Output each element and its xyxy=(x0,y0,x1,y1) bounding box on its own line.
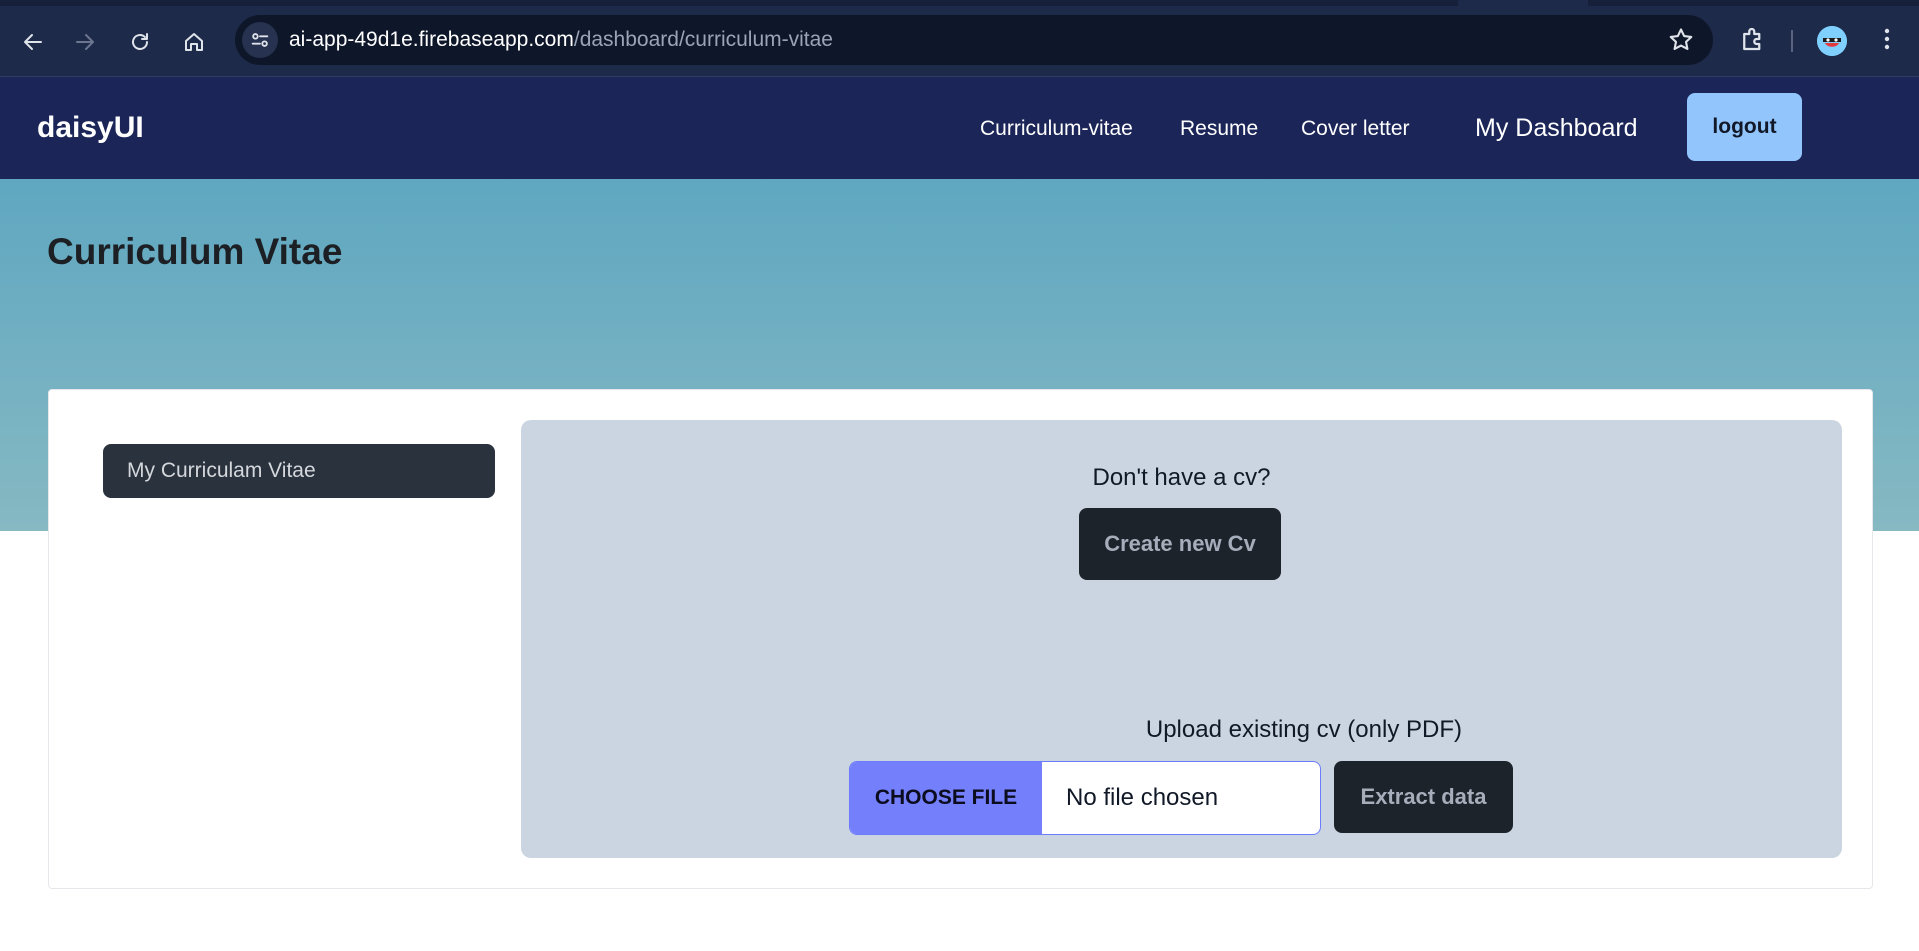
nav-link-resume[interactable]: Resume xyxy=(1180,117,1258,141)
brand-logo[interactable]: daisyUI xyxy=(37,111,144,145)
page-title: Curriculum Vitae xyxy=(47,231,343,272)
content-card: My Curriculam Vitae Don't have a cv? Cre… xyxy=(48,389,1873,889)
nav-link-cover-letter[interactable]: Cover letter xyxy=(1301,117,1410,141)
toolbar-divider xyxy=(1791,30,1793,52)
extract-data-button[interactable]: Extract data xyxy=(1334,761,1513,833)
create-new-cv-button[interactable]: Create new Cv xyxy=(1079,508,1281,580)
nav-link-my-dashboard[interactable]: My Dashboard xyxy=(1475,114,1638,143)
file-status-text: No file chosen xyxy=(1066,784,1219,811)
app-navbar: daisyUI Curriculum-vitae Resume Cover le… xyxy=(0,77,1919,179)
choose-file-button[interactable]: CHOOSE FILE xyxy=(850,762,1042,834)
profile-avatar[interactable] xyxy=(1817,26,1847,56)
no-cv-text: Don't have a cv? xyxy=(1092,464,1271,491)
active-tab-edge[interactable] xyxy=(1458,0,1588,6)
address-bar[interactable]: ai-app-49d1e.firebaseapp.com/dashboard/c… xyxy=(235,15,1713,65)
forward-icon[interactable] xyxy=(65,22,105,62)
url-host: ai-app-49d1e.firebaseapp.com xyxy=(289,28,574,51)
upload-label: Upload existing cv (only PDF) xyxy=(1145,716,1462,743)
sidebar-item-my-curriculam-vitae[interactable]: My Curriculam Vitae xyxy=(103,444,495,498)
reload-icon[interactable] xyxy=(120,22,160,62)
home-icon[interactable] xyxy=(174,22,214,62)
extensions-icon[interactable] xyxy=(1738,24,1768,54)
back-icon[interactable] xyxy=(13,22,53,62)
tab-strip xyxy=(0,0,1919,6)
file-input[interactable]: CHOOSE FILE No file chosen xyxy=(849,761,1321,835)
nav-link-curriculum-vitae[interactable]: Curriculum-vitae xyxy=(980,117,1133,141)
url-path: /dashboard/curriculum-vitae xyxy=(573,28,833,51)
kebab-menu-icon[interactable] xyxy=(1875,24,1899,54)
url-text[interactable]: ai-app-49d1e.firebaseapp.com/dashboard/c… xyxy=(289,28,833,52)
cv-panel: Don't have a cv? Create new Cv Upload ex… xyxy=(521,420,1842,858)
logout-button[interactable]: logout xyxy=(1687,93,1802,161)
site-info-icon[interactable] xyxy=(242,22,278,58)
browser-toolbar: ai-app-49d1e.firebaseapp.com/dashboard/c… xyxy=(0,0,1919,77)
star-icon[interactable] xyxy=(1667,26,1695,54)
